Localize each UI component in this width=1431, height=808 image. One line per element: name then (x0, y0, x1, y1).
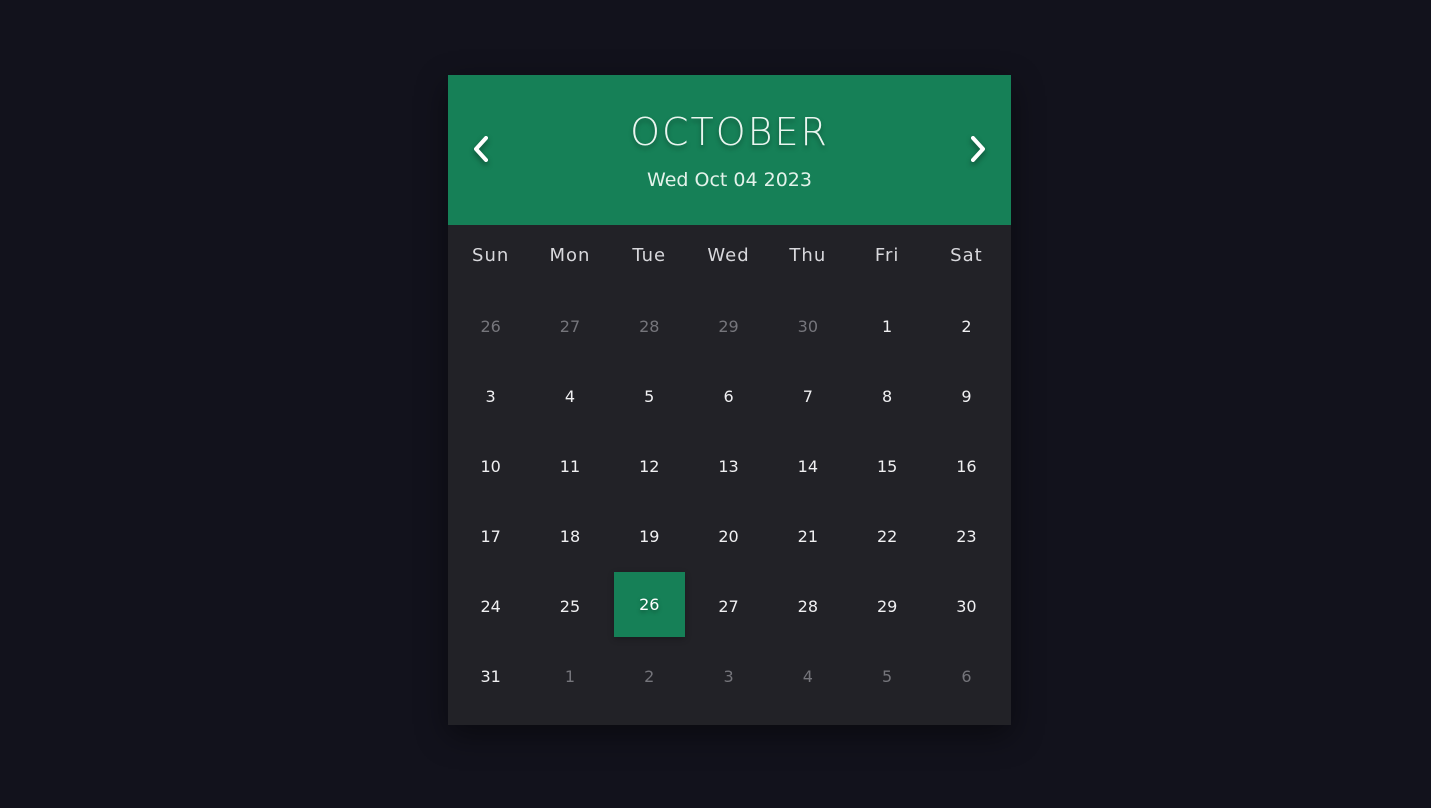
day-cell-other-month[interactable]: 2 (610, 641, 689, 711)
weekday-label: Sun (472, 245, 510, 266)
day-cell[interactable]: 23 (927, 501, 1006, 571)
day-cell[interactable]: 6 (689, 361, 768, 431)
day-cell[interactable]: 4 (530, 361, 609, 431)
day-cell[interactable]: 12 (610, 431, 689, 501)
day-cell[interactable]: 22 (847, 501, 926, 571)
day-cell[interactable]: 20 (689, 501, 768, 571)
day-cell-other-month[interactable]: 6 (927, 641, 1006, 711)
day-cell-other-month[interactable]: 3 (689, 641, 768, 711)
days-grid: 26 27 28 29 30 1 2 3 4 5 6 7 8 9 10 11 12 13 14 15 16 17 18 19 2… (451, 291, 1008, 711)
day-cell[interactable]: 29 (847, 571, 926, 641)
day-cell-other-month[interactable]: 30 (768, 291, 847, 361)
day-cell[interactable]: 10 (451, 431, 530, 501)
day-cell-other-month[interactable]: 27 (530, 291, 609, 361)
day-cell[interactable]: 31 (451, 641, 530, 711)
day-cell[interactable]: 28 (768, 571, 847, 641)
day-cell[interactable]: 3 (451, 361, 530, 431)
weekday-header-row: Sun Mon Tue Wed Thu Fri Sat (451, 243, 1008, 269)
day-cell[interactable]: 30 (927, 571, 1006, 641)
weekday-label: Fri (874, 245, 900, 266)
day-cell-other-month[interactable]: 28 (610, 291, 689, 361)
calendar-header: OCTOBER Wed Oct 04 2023 (448, 75, 1011, 225)
calendar-widget: OCTOBER Wed Oct 04 2023 Sun Mon Tue Wed … (448, 75, 1011, 725)
weekday-label: Sat (950, 245, 983, 266)
day-cell[interactable]: 21 (768, 501, 847, 571)
selected-date-label: Wed Oct 04 2023 (647, 169, 812, 191)
weekday-label: Wed (707, 245, 750, 266)
weekday-label: Mon (549, 245, 591, 266)
day-cell-highlighted[interactable]: 26 (613, 572, 685, 637)
day-cell[interactable]: 19 (610, 501, 689, 571)
chevron-right-icon (971, 136, 985, 162)
day-cell[interactable]: 2 (927, 291, 1006, 361)
day-cell-other-month[interactable]: 4 (768, 641, 847, 711)
weekday-label: Thu (789, 245, 827, 266)
day-cell[interactable]: 9 (927, 361, 1006, 431)
next-month-button[interactable] (959, 131, 995, 167)
day-cell[interactable]: 13 (689, 431, 768, 501)
day-cell[interactable]: 1 (847, 291, 926, 361)
day-cell[interactable]: 8 (847, 361, 926, 431)
day-cell[interactable]: 11 (530, 431, 609, 501)
day-cell[interactable]: 15 (847, 431, 926, 501)
day-cell-other-month[interactable]: 26 (451, 291, 530, 361)
day-cell-other-month[interactable]: 5 (847, 641, 926, 711)
day-cell[interactable]: 24 (451, 571, 530, 641)
day-cell[interactable]: 7 (768, 361, 847, 431)
day-cell[interactable]: 17 (451, 501, 530, 571)
day-cell-other-month[interactable]: 1 (530, 641, 609, 711)
day-cell[interactable]: 18 (530, 501, 609, 571)
day-cell[interactable]: 25 (530, 571, 609, 641)
day-cell[interactable]: 14 (768, 431, 847, 501)
day-cell-other-month[interactable]: 29 (689, 291, 768, 361)
weekday-label: Tue (632, 245, 667, 266)
month-title: OCTOBER (630, 110, 829, 154)
day-cell[interactable]: 27 (689, 571, 768, 641)
day-cell[interactable]: 16 (927, 431, 1006, 501)
day-cell[interactable]: 5 (610, 361, 689, 431)
